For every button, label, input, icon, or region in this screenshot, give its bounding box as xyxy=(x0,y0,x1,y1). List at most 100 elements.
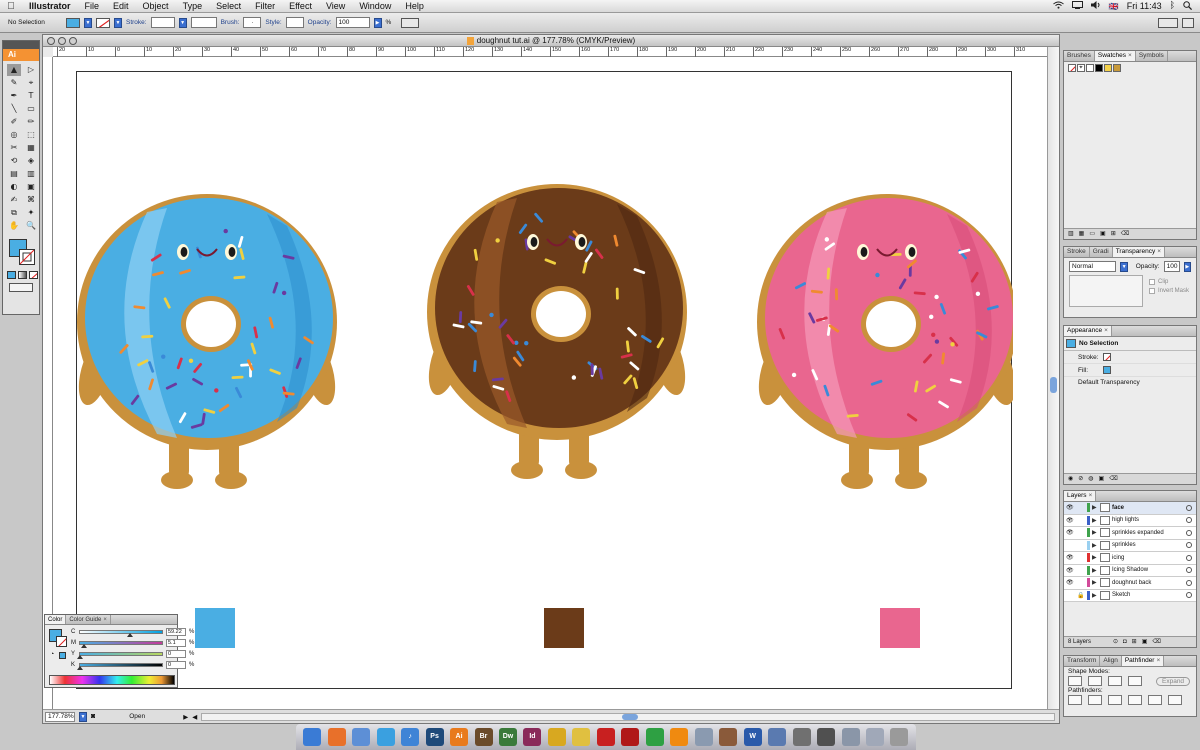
tool-21-icon[interactable]: ⌘ xyxy=(24,194,38,206)
fill-swatch[interactable] xyxy=(66,17,80,28)
horizontal-scrollbar[interactable] xyxy=(201,712,1055,721)
duplicate-item-icon[interactable]: ▣ xyxy=(1099,474,1105,484)
flag-icon[interactable]: 🇬🇧 xyxy=(1109,2,1119,11)
appearance-default-transparency[interactable]: Default Transparency xyxy=(1064,377,1196,388)
stroke-profile-field[interactable] xyxy=(190,17,217,28)
expand-triangle-icon[interactable]: ▶ xyxy=(1092,517,1098,524)
channel-slider-knob[interactable] xyxy=(77,655,83,659)
target-circle-icon[interactable] xyxy=(1186,567,1192,574)
merge-button[interactable] xyxy=(1108,695,1122,705)
opacity-dropdown[interactable]: ▶ xyxy=(373,17,382,28)
bluetooth-icon[interactable]: ᛒ xyxy=(1170,1,1175,11)
app-icon-4[interactable] xyxy=(817,728,836,746)
minus-back-button[interactable] xyxy=(1168,695,1182,705)
recolor-button[interactable] xyxy=(401,17,420,28)
clock[interactable]: Fri 11:43 xyxy=(1127,1,1162,11)
new-color-group-icon[interactable]: ▣ xyxy=(1100,229,1106,239)
color-mode-button[interactable] xyxy=(7,271,16,279)
expand-triangle-icon[interactable]: ▶ xyxy=(1092,554,1098,561)
color-panel-stroke[interactable] xyxy=(56,636,67,647)
opacity-field[interactable]: 100 xyxy=(335,17,370,28)
app-icon-2[interactable] xyxy=(572,728,591,746)
workspace-switcher[interactable] xyxy=(1158,17,1178,28)
swatch-1[interactable] xyxy=(1095,64,1103,72)
swatch-2[interactable] xyxy=(1104,64,1112,72)
tool-10-icon[interactable]: ◎ xyxy=(7,129,21,141)
visibility-eye-icon[interactable]: 👁 xyxy=(1066,579,1075,586)
exclude-button[interactable] xyxy=(1128,676,1142,686)
visibility-eye-icon[interactable]: 👁 xyxy=(1066,504,1075,511)
appearance-visibility-icon[interactable]: ◉ xyxy=(1068,474,1073,484)
illustrator-icon[interactable]: Ai xyxy=(450,728,469,746)
swatch-options-icon[interactable]: ▭ xyxy=(1089,229,1095,239)
expand-triangle-icon[interactable]: ▶ xyxy=(1092,592,1098,599)
scroll-left-icon[interactable]: ◀ xyxy=(192,713,197,721)
expand-triangle-icon[interactable]: ▶ xyxy=(1092,579,1098,586)
tool-9-icon[interactable]: ✏ xyxy=(24,116,38,128)
trim-button[interactable] xyxy=(1088,695,1102,705)
tab-appearance[interactable]: Appearance × xyxy=(1064,326,1112,336)
outline-button[interactable] xyxy=(1148,695,1162,705)
close-window-button[interactable] xyxy=(47,37,55,45)
unite-button[interactable] xyxy=(1068,676,1082,686)
acrobat-pro-icon[interactable] xyxy=(621,728,640,746)
target-circle-icon[interactable] xyxy=(1186,504,1192,511)
style-field[interactable] xyxy=(285,17,304,28)
visibility-eye-icon[interactable]: 👁 xyxy=(1066,567,1075,574)
vertical-scrollbar[interactable] xyxy=(1047,47,1059,709)
status-menu-icon[interactable]: ◙ xyxy=(91,713,95,720)
tool-17-icon[interactable]: ▥ xyxy=(24,168,38,180)
delete-swatch-icon[interactable]: ⌫ xyxy=(1121,229,1129,239)
tab-align[interactable]: Align xyxy=(1100,656,1122,666)
visibility-eye-icon[interactable]: 👁 xyxy=(1066,554,1075,561)
tool-11-icon[interactable]: ⬚ xyxy=(24,129,38,141)
appearance-fill-swatch[interactable] xyxy=(1103,366,1111,374)
target-circle-icon[interactable] xyxy=(1186,517,1192,524)
tool-13-icon[interactable]: ▦ xyxy=(24,142,38,154)
layer-name[interactable]: sprinkles xyxy=(1112,542,1184,548)
invert-mask-checkbox[interactable] xyxy=(1149,288,1155,294)
expand-triangle-icon[interactable]: ▶ xyxy=(1092,529,1098,536)
bridge-icon[interactable]: Br xyxy=(474,728,493,746)
tools-panel-header[interactable] xyxy=(3,41,39,49)
preview-icon[interactable] xyxy=(352,728,371,746)
tool-1-icon[interactable]: ▷ xyxy=(24,64,38,76)
channel-value-field[interactable]: 0 xyxy=(166,661,186,669)
swatch-none[interactable] xyxy=(1068,64,1076,72)
spotify-icon[interactable] xyxy=(645,728,664,746)
status-arrow-icon[interactable]: ▶ xyxy=(183,713,188,721)
lock-icon[interactable]: 🔒 xyxy=(1077,592,1085,599)
menu-type[interactable]: Type xyxy=(176,1,210,11)
spotlight-icon[interactable] xyxy=(1183,0,1193,12)
transparency-opacity-dropdown[interactable]: ▶ xyxy=(1183,261,1191,272)
word-icon[interactable]: W xyxy=(743,728,762,746)
tool-7-icon[interactable]: ▭ xyxy=(24,103,38,115)
acrobat-icon[interactable] xyxy=(596,728,615,746)
layer-name[interactable]: high lights xyxy=(1112,517,1184,523)
make-clipping-mask-icon[interactable]: ◘ xyxy=(1123,637,1127,647)
layer-name[interactable]: sprinkles expanded xyxy=(1112,530,1184,536)
horizontal-ruler[interactable]: 20 10 0 10 20 30 40 50 60 70 80 90 100 110 120 130 140 15… xyxy=(53,47,1047,57)
finder-icon[interactable] xyxy=(303,728,322,746)
channel-slider-knob[interactable] xyxy=(81,644,88,648)
swatch-registration[interactable]: ⌖ xyxy=(1077,64,1085,72)
gradient-mode-button[interactable] xyxy=(18,271,27,279)
itunes-icon[interactable]: ♪ xyxy=(401,728,420,746)
transparency-opacity-field[interactable]: 100 xyxy=(1163,261,1180,272)
channel-slider[interactable] xyxy=(79,630,163,637)
stroke-weight-field[interactable] xyxy=(150,17,175,28)
photoshop-icon[interactable]: Ps xyxy=(425,728,444,746)
new-sublayer-icon[interactable]: ⊞ xyxy=(1132,637,1137,647)
locate-object-icon[interactable]: ⊙ xyxy=(1113,637,1118,647)
vertical-scroll-thumb[interactable] xyxy=(1050,377,1057,393)
appearance-stroke-swatch[interactable] xyxy=(1103,353,1111,361)
intersect-button[interactable] xyxy=(1108,676,1122,686)
new-swatch-icon[interactable]: ⊞ xyxy=(1111,229,1116,239)
layer-name[interactable]: doughnut back xyxy=(1112,580,1184,586)
target-circle-icon[interactable] xyxy=(1186,592,1192,599)
horizontal-scroll-thumb[interactable] xyxy=(622,713,639,720)
expand-button[interactable]: Expand xyxy=(1156,676,1191,686)
clip-checkbox[interactable] xyxy=(1149,279,1155,285)
channel-slider[interactable] xyxy=(77,663,163,670)
tool-15-icon[interactable]: ◈ xyxy=(24,155,38,167)
